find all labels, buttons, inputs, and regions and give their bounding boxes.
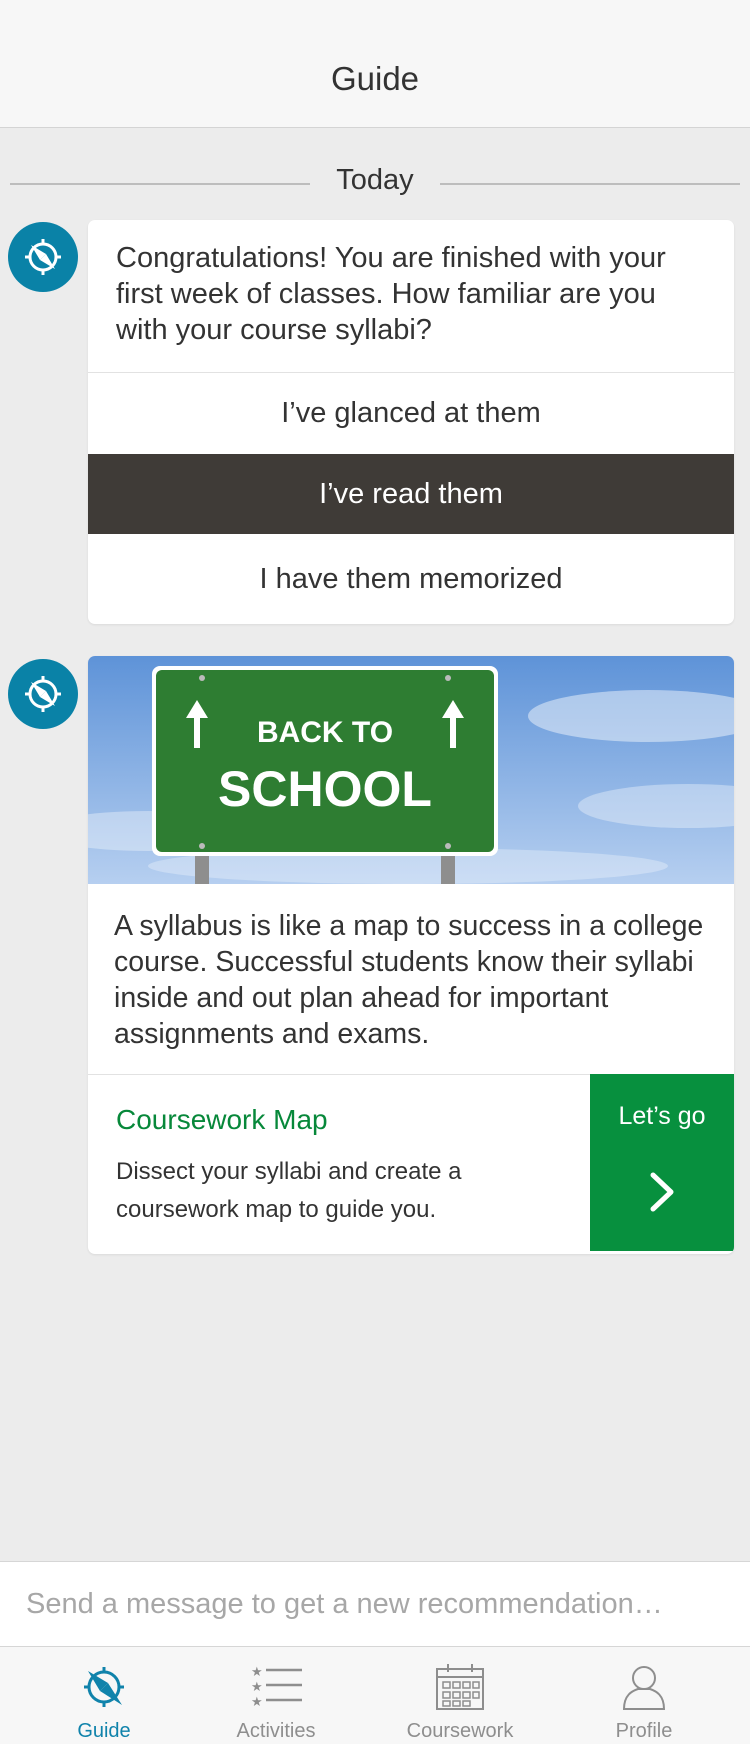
nav-header: Guide [0, 0, 750, 128]
tip-text: A syllabus is like a map to success in a… [114, 910, 704, 1050]
answer-option-label: I have them memorized [259, 562, 563, 595]
message-input[interactable] [26, 1578, 726, 1630]
svg-text:★: ★ [251, 1665, 263, 1680]
divider-left [10, 183, 310, 185]
calendar-icon [436, 1664, 484, 1710]
answer-option-glanced[interactable]: I’ve glanced at them [88, 373, 734, 453]
guide-avatar [8, 222, 78, 292]
tab-guide[interactable]: Guide [14, 1647, 194, 1744]
tab-bar: Guide ★ ★ ★ Activities Coursework Profil… [0, 1647, 750, 1744]
question-card: Congratulations! You are finished with y… [88, 220, 734, 624]
tab-profile[interactable]: Profile [554, 1647, 734, 1744]
svg-text:★: ★ [251, 1695, 263, 1709]
chevron-right-icon [650, 1172, 674, 1212]
answer-option-label: I’ve glanced at them [281, 396, 541, 429]
person-icon [622, 1666, 666, 1710]
banner-sign-line2: SCHOOL [218, 761, 432, 817]
answer-option-read[interactable]: I’ve read them [88, 454, 734, 534]
back-to-school-banner: BACK TO SCHOOL [88, 656, 734, 884]
tab-label: Profile [615, 1720, 673, 1742]
tab-label: Activities [236, 1720, 316, 1742]
tab-activities[interactable]: ★ ★ ★ Activities [186, 1647, 366, 1744]
page-title: Guide [330, 60, 420, 97]
tab-label: Coursework [406, 1720, 514, 1742]
compass-icon [25, 676, 61, 712]
answer-option-label: I’ve read them [319, 477, 503, 510]
lets-go-button[interactable]: Let’s go [590, 1074, 734, 1251]
divider-right [440, 183, 740, 185]
message-composer [0, 1561, 750, 1647]
tip-card: BACK TO SCHOOL A syllabus is like a map … [88, 656, 734, 1254]
lets-go-label: Let’s go [618, 1102, 706, 1130]
day-label: Today [336, 164, 414, 196]
list-icon: ★ ★ ★ [251, 1665, 302, 1709]
answer-option-memorized[interactable]: I have them memorized [88, 534, 734, 624]
question-text: Congratulations! You are finished with y… [116, 242, 666, 346]
guide-avatar [8, 659, 78, 729]
tab-coursework[interactable]: Coursework [370, 1647, 550, 1744]
cta-title[interactable]: Coursework Map [116, 1104, 328, 1136]
svg-text:★: ★ [251, 1680, 263, 1695]
compass-icon [25, 239, 61, 275]
tab-label: Guide [77, 1720, 131, 1742]
compass-icon [84, 1667, 124, 1707]
banner-sign-line1: BACK TO [257, 716, 393, 749]
cta-description: Dissect your syllabi and create a course… [116, 1158, 462, 1223]
